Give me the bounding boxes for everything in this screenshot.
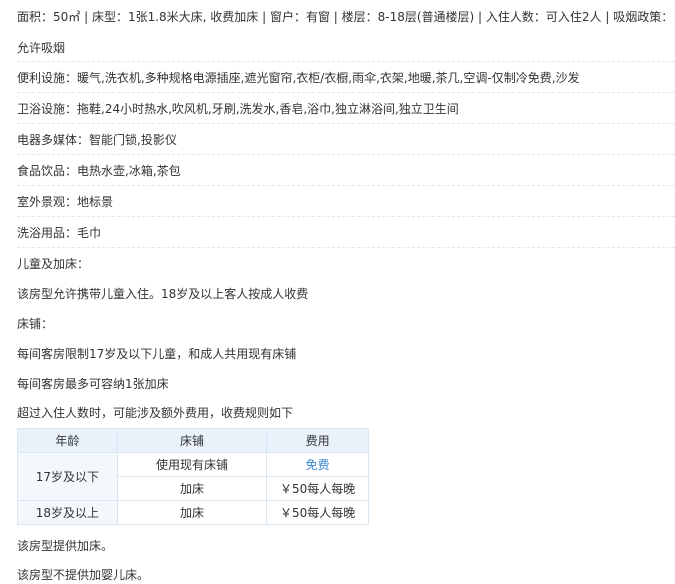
- fee-cell: ￥50每人每晚: [266, 476, 369, 501]
- extra-bed-fee-table: 年龄 床铺 费用 17岁及以下 使用现有床铺 免费 加床 ￥50每人每晚 18岁…: [17, 428, 369, 525]
- column-header-bed: 床铺: [116, 428, 268, 453]
- extra-bed-provided-text: 该房型提供加床。: [17, 539, 114, 553]
- bed-policy-line: 每间客房限制17岁及以下儿童，和成人共用现有床铺: [17, 347, 297, 361]
- room-info-line: 面积：50㎡ | 床型：1张1.8米大床, 收费加床 | 窗户：有窗 | 楼层：…: [17, 10, 674, 24]
- table-row: 18岁及以上 加床 ￥50每人每晚: [17, 500, 369, 525]
- children-heading: 儿童及加床：: [17, 257, 90, 271]
- smoking-policy-value: 允许吸烟: [17, 41, 66, 55]
- column-header-fee: 费用: [266, 428, 369, 453]
- bed-heading: 床铺：: [17, 317, 54, 331]
- separator: [17, 247, 675, 248]
- room-details-panel: 面积：50㎡ | 床型：1张1.8米大床, 收费加床 | 窗户：有窗 | 楼层：…: [0, 0, 675, 584]
- children-policy-text: 该房型允许携带儿童入住。18岁及以上客人按成人收费: [17, 287, 309, 301]
- facility-view: 室外景观：地标景: [17, 195, 114, 209]
- age-group-cell: 17岁及以下: [17, 452, 118, 501]
- crib-not-provided-text: 该房型不提供加婴儿床。: [17, 568, 150, 582]
- extra-fee-note: 超过入住人数时，可能涉及额外费用，收费规则如下: [17, 406, 294, 420]
- facility-food: 食品饮品：电热水壶,冰箱,茶包: [17, 164, 181, 178]
- separator: [17, 185, 675, 186]
- table-header-row: 年龄 床铺 费用: [17, 428, 369, 453]
- table-row: 17岁及以下 使用现有床铺 免费: [17, 452, 369, 501]
- separator: [17, 61, 675, 62]
- separator: [17, 123, 675, 124]
- fee-cell: ￥50每人每晚: [266, 500, 369, 525]
- separator: [17, 216, 675, 217]
- bed-cell: 加床: [116, 476, 268, 501]
- fee-cell-free: 免费: [266, 452, 369, 477]
- bed-cell: 使用现有床铺: [116, 452, 268, 477]
- bed-cell: 加床: [116, 500, 268, 525]
- age-group-cell: 18岁及以上: [17, 500, 118, 525]
- column-header-age: 年龄: [17, 428, 118, 453]
- facility-toiletries: 洗浴用品：毛巾: [17, 226, 102, 240]
- facility-convenience: 便利设施：暖气,洗衣机,多种规格电源插座,遮光窗帘,衣柜/衣橱,雨伞,衣架,地暖…: [17, 71, 580, 85]
- facility-bathroom: 卫浴设施：拖鞋,24小时热水,吹风机,牙刷,洗发水,香皂,浴巾,独立淋浴间,独立…: [17, 102, 459, 116]
- separator: [17, 154, 675, 155]
- facility-media: 电器多媒体：智能门锁,投影仪: [17, 133, 177, 147]
- bed-policy-line: 每间客房最多可容纳1张加床: [17, 377, 169, 391]
- separator: [17, 92, 675, 93]
